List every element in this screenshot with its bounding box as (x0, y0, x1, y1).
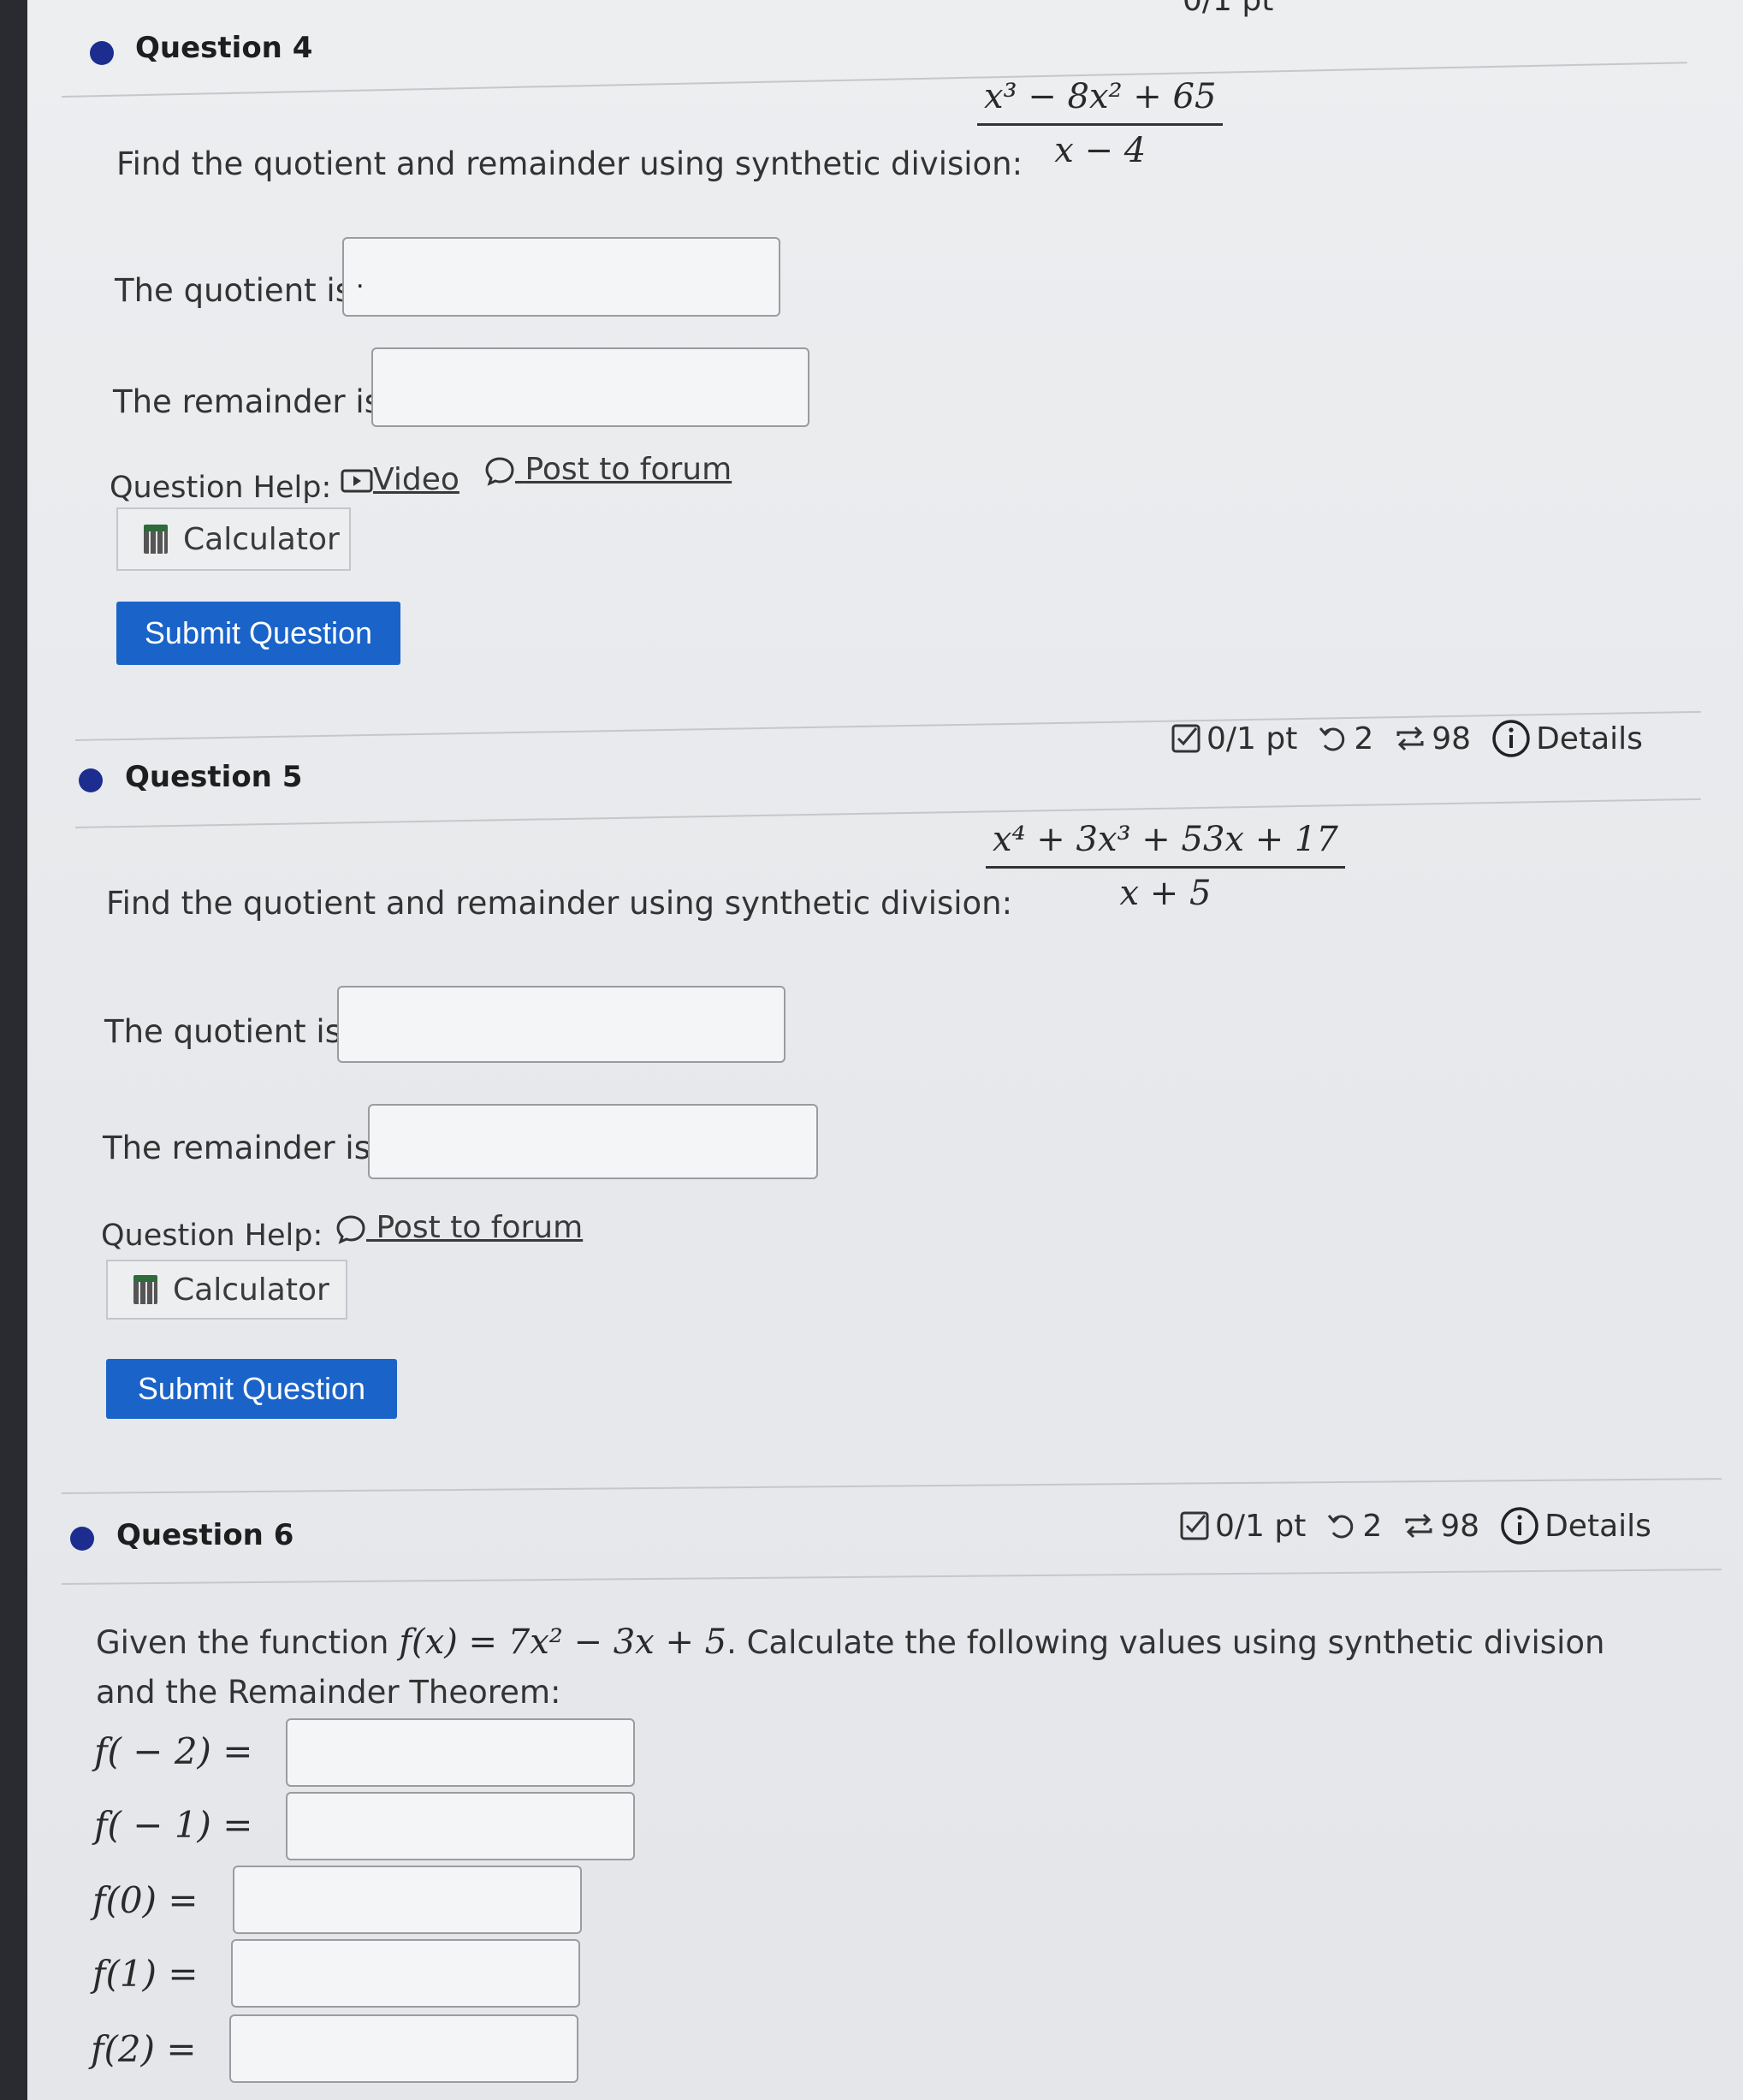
retry-icon (1328, 1515, 1354, 1539)
attempts-text: 98 (1432, 721, 1472, 756)
retries-text: 2 (1362, 1508, 1383, 1544)
post-to-forum-label: Post to forum (376, 1210, 584, 1245)
question-5-prompt: Find the quotient and remainder using sy… (106, 885, 1013, 922)
details-link[interactable]: Details (1491, 719, 1643, 758)
attempts-repeat-icon (1396, 726, 1424, 751)
points-indicator: 0/1 pt (1179, 1509, 1306, 1544)
points-text: 0/1 pt (1206, 721, 1298, 756)
retry-icon (1319, 727, 1345, 751)
question-5-meta: 0/1 pt 2 98 Details (1171, 719, 1657, 758)
attempts-indicator: 98 (1402, 1509, 1479, 1544)
calculator-label: Calculator (183, 521, 340, 557)
question-5-title: Question 5 (125, 760, 303, 794)
prompt-prefix: Given the function (96, 1624, 389, 1661)
question-5-status-dot (79, 768, 103, 792)
question-5-fraction: x⁴ + 3x³ + 53x + 17 x + 5 (986, 820, 1345, 913)
prompt-suffix: . Calculate the following values using s… (726, 1624, 1605, 1661)
attempts-indicator: 98 (1394, 721, 1471, 756)
question-5-divider (74, 798, 1701, 828)
quotient-input[interactable] (337, 986, 786, 1063)
calculator-icon (133, 1275, 157, 1304)
calculator-icon (144, 525, 168, 554)
question-4-fraction: x³ − 8x² + 65 x − 4 (977, 77, 1224, 170)
f-1-label: f(1) = (92, 1953, 199, 1995)
f-neg1-label: f( − 1) = (94, 1804, 253, 1846)
question-4-numerator: x³ − 8x² + 65 (977, 77, 1224, 126)
question-4-denominator: x − 4 (1054, 131, 1147, 170)
points-text: 0/1 pt (1215, 1508, 1307, 1544)
question-6-divider (61, 1569, 1722, 1585)
info-icon (1492, 720, 1530, 757)
f-neg2-input[interactable] (286, 1718, 635, 1787)
chat-bubble-icon (485, 457, 514, 486)
quotient-label: The quotient is (104, 1013, 341, 1050)
question-4-prompt: Find the quotient and remainder using sy… (116, 145, 1023, 182)
video-link[interactable]: Video (341, 462, 459, 497)
video-icon (341, 469, 373, 493)
checkbox-icon (1171, 724, 1201, 753)
retries-indicator: 2 (1326, 1509, 1382, 1544)
retries-indicator: 2 (1318, 721, 1373, 756)
info-icon (1501, 1507, 1538, 1545)
remainder-input[interactable] (368, 1104, 818, 1179)
question-help-label: Question Help: (101, 1219, 323, 1253)
f-neg1-input[interactable] (286, 1792, 635, 1860)
submit-question-button[interactable]: Submit Question (116, 602, 400, 665)
quotient-label: The quotient is (115, 272, 352, 309)
checkbox-icon (1180, 1511, 1209, 1540)
details-label[interactable]: Details (1544, 1509, 1651, 1544)
post-to-forum-label: Post to forum (525, 452, 732, 487)
question-6-meta: 0/1 pt 2 98 Details (1179, 1506, 1665, 1545)
question-4-title: Question 4 (135, 31, 313, 65)
calculator-button[interactable]: Calculator (116, 507, 351, 571)
post-to-forum-link[interactable]: Post to forum (335, 1210, 583, 1245)
attempts-text: 98 (1440, 1508, 1480, 1544)
remainder-label: The remainder is (113, 383, 381, 420)
question-4-status-dot (90, 41, 114, 65)
quotient-input[interactable]: . (342, 237, 780, 317)
question-6-status-dot (70, 1527, 94, 1551)
question-5-numerator: x⁴ + 3x³ + 53x + 17 (986, 820, 1345, 869)
function-expression: f(x) = 7x² − 3x + 5 (399, 1622, 727, 1662)
remainder-input[interactable] (371, 347, 809, 427)
question-help-label: Question Help: (110, 471, 332, 505)
question-4-divider (61, 62, 1687, 98)
submit-question-button[interactable]: Submit Question (106, 1359, 397, 1419)
f-0-label: f(0) = (92, 1879, 199, 1921)
f-2-label: f(2) = (91, 2028, 197, 2070)
question-6-top-divider (61, 1478, 1722, 1494)
f-1-input[interactable] (231, 1939, 580, 2008)
calculator-button[interactable]: Calculator (106, 1260, 347, 1320)
question-4-meta-partial: 0/1 pt (1165, 0, 1388, 19)
chat-bubble-icon (336, 1215, 365, 1244)
question-6-title: Question 6 (116, 1518, 294, 1552)
f-0-input[interactable] (233, 1866, 582, 1934)
attempts-repeat-icon (1405, 1513, 1432, 1539)
retries-text: 2 (1354, 721, 1374, 756)
post-to-forum-link[interactable]: Post to forum (484, 452, 732, 487)
assignment-page: 0/1 pt Question 4 Find the quotient and … (27, 0, 1743, 2100)
question-6-prompt-line2: and the Remainder Theorem: (96, 1674, 561, 1711)
remainder-label: The remainder is (103, 1130, 371, 1166)
video-label: Video (373, 462, 459, 497)
question-5-denominator: x + 5 (1119, 874, 1212, 913)
f-neg2-label: f( − 2) = (94, 1730, 253, 1772)
points-partial: 0/1 pt (1183, 0, 1274, 18)
details-link[interactable]: Details (1500, 1506, 1651, 1545)
points-indicator: 0/1 pt (1171, 721, 1297, 756)
calculator-label: Calculator (173, 1272, 329, 1308)
details-label[interactable]: Details (1536, 721, 1643, 756)
f-2-input[interactable] (229, 2014, 578, 2083)
question-6-prompt: Given the function f(x) = 7x² − 3x + 5. … (96, 1622, 1604, 1662)
